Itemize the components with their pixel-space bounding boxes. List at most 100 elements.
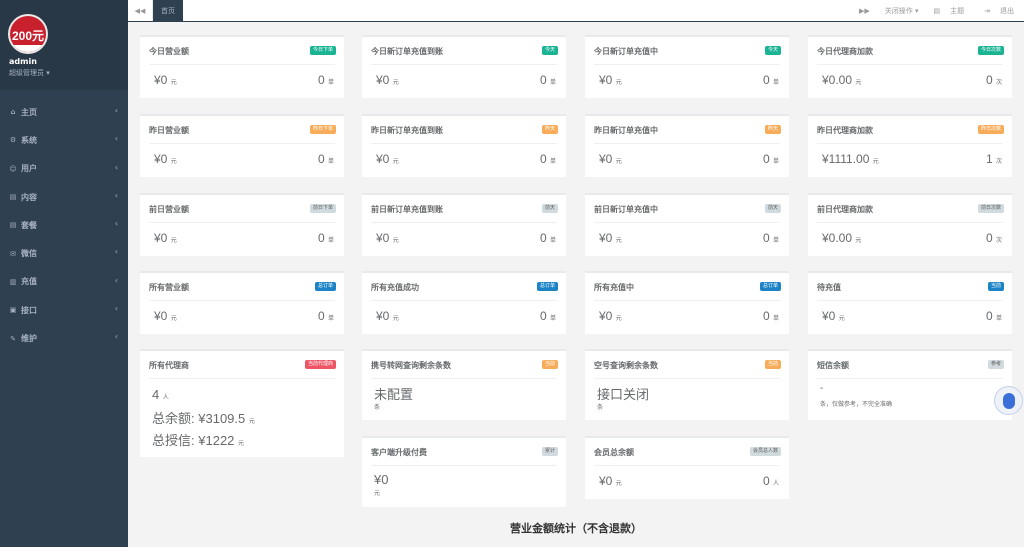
stat-card: 今日新订单充值中 今天 ¥0 元 0 单 [585,35,789,98]
sidebar-item-system[interactable]: ⚙ 系统 ‹ [0,126,128,154]
card-badge: 前日次数 [977,204,1004,213]
sidebar: 200元 admin 超级管理员 ▾ ⌂ 主页 ‹ ⚙ 系统 ‹ ☺ 用户 ‹ ▤ 内容 ‹ ▤… [0,0,128,547]
count-value: 0 [317,73,325,87]
chevron-left-icon: ‹ [114,134,118,144]
balance-unit: 元 [248,419,255,425]
card-badge: 今日次数 [977,46,1004,55]
navbar-right: ▶▶ 关闭操作 ▾ ▤ 主题 ⇥ 退出 [849,0,1024,21]
card-divider [149,300,335,301]
sidebar-item-label: 维护 [21,334,37,344]
portability-query-card: 携号转网查询剩余条数 当前 未配置 条 [362,349,566,420]
card-amount: ¥0 元 [822,309,845,323]
card-amount: ¥0 元 [599,73,622,87]
theme-button[interactable]: ▤ 主题 [924,6,975,16]
count-unit: 单 [327,238,334,244]
avatar[interactable]: 200元 [8,14,48,54]
top-navbar: ◀◀ 首页 ▶▶ 关闭操作 ▾ ▤ 主题 ⇥ 退出 [128,0,1024,22]
floating-assistant-button[interactable] [994,386,1023,415]
amount-value: ¥0 [599,231,613,245]
count-unit: 次 [995,80,1002,86]
amount-value: ¥0 [599,73,613,87]
empty-number-unit: 条 [597,404,604,411]
logout-button[interactable]: ⇥ 退出 [974,6,1024,16]
card-divider [371,64,557,65]
sidebar-item-package[interactable]: ▤ 套餐 ‹ [0,211,128,239]
sidebar-item-home[interactable]: ⌂ 主页 ‹ [0,98,128,126]
card-title: 今日新订单充值到账 [371,47,443,56]
scroll-tabs-right-button[interactable]: ▶▶ [849,7,880,15]
amount-unit: 元 [170,80,177,86]
forward-icon: ▶▶ [858,6,870,15]
sidebar-item-wechat[interactable]: ✉ 微信 ‹ [0,239,128,267]
sidebar-item-interface[interactable]: ▣ 接口 ‹ [0,296,128,324]
card-badge: 会员总人数 [749,447,781,456]
sidebar-item-users[interactable]: ☺ 用户 ‹ [0,155,128,183]
card-title: 所有充值中 [594,283,634,292]
sidebar-item-label: 内容 [21,192,37,202]
card-count: 0 单 [318,231,334,245]
sidebar-item-maintenance[interactable]: ✎ 维护 ‹ [0,324,128,352]
assistant-icon [1002,392,1015,409]
card-amount: ¥0 元 [154,231,177,245]
portability-unit: 条 [374,404,381,411]
card-badge: 当前 [541,360,558,369]
count-value: 0 [985,231,993,245]
stat-card: 所有营业额 总订单 ¥0 元 0 单 [140,271,344,334]
scroll-tabs-left-button[interactable]: ◀◀ [128,0,153,21]
card-count: 1 次 [986,152,1002,166]
card-title: 所有营业额 [149,283,189,292]
amount-value: ¥0.00 [822,73,853,87]
card-divider [149,378,335,379]
stat-card: 待充值 当前 ¥0 元 0 单 [808,271,1012,334]
stat-card: 今日代理商加款 今日次数 ¥0.00 元 0 次 [808,35,1012,98]
file-text-icon: ▤ [9,221,17,230]
count-value: 0 [539,231,547,245]
card-divider [817,300,1003,301]
card-count: 0 单 [540,152,556,166]
card-count: 0 单 [763,231,779,245]
amount-value: ¥0 [376,231,390,245]
amount-value: ¥0 [154,73,168,87]
client-upgrade-card: 客户端升级付费 累计 ¥0 元 [362,436,566,507]
card-count: 0 次 [986,231,1002,245]
amount-unit: 元 [170,316,177,322]
sidebar-item-content[interactable]: ▤ 内容 ‹ [0,183,128,211]
tab-home[interactable]: 首页 [153,0,183,21]
card-amount: ¥0 元 [376,309,399,323]
card-badge: 昨日次数 [977,125,1004,134]
amount-unit: 元 [392,80,399,86]
sidebar-item-recharge[interactable]: ▥ 充值 ‹ [0,268,128,296]
credit-label: 总授信: [152,433,195,448]
card-title: 所有充值成功 [371,283,419,292]
card-badge: 前天 [541,204,558,213]
stat-card: 所有充值中 总订单 ¥0 元 0 单 [585,271,789,334]
amount-value: ¥0 [376,309,390,323]
card-badge: 今天 [764,46,781,55]
chevron-left-icon: ‹ [114,275,118,285]
credit-unit: 元 [238,441,245,447]
amount-value: ¥1111.00 [822,152,870,166]
count-unit: 单 [327,159,334,165]
agent-count: 4 人 [152,387,169,402]
amount-unit: 元 [392,238,399,244]
stat-card: 前日代理商加款 前日次数 ¥0.00 元 0 次 [808,193,1012,256]
card-title: 今日新订单充值中 [594,47,658,56]
card-title: 今日营业额 [149,47,189,56]
card-title: 昨日营业额 [149,126,189,135]
balance-value: ¥3109.5 [198,411,246,426]
card-count: 0 单 [540,309,556,323]
close-operations-dropdown[interactable]: 关闭操作 ▾ [880,6,924,16]
agents-card: 所有代理商 当前代理商 4 人 总余额: ¥3109.5 元 总授信: ¥122… [140,349,344,457]
card-divider [594,64,780,65]
card-divider [594,222,780,223]
count-value: 0 [762,73,770,87]
profile-role-dropdown[interactable]: 超级管理员 ▾ [9,68,50,78]
card-amount: ¥0 元 [599,309,622,323]
sidebar-menu: ⌂ 主页 ‹ ⚙ 系统 ‹ ☺ 用户 ‹ ▤ 内容 ‹ ▤ 套餐 ‹ ✉ 微信 ‹ ▥ 充值 ‹ ▣ 接口 ‹ … [0,98,128,353]
amount-unit: 元 [615,316,622,322]
card-count: 0 单 [540,231,556,245]
chevron-left-icon: ‹ [114,106,118,115]
chevron-left-icon: ‹ [114,304,118,314]
card-title: 前日新订单充值中 [594,205,658,214]
sms-balance-note: 条，仅做参考，不完全准确 [820,401,893,408]
